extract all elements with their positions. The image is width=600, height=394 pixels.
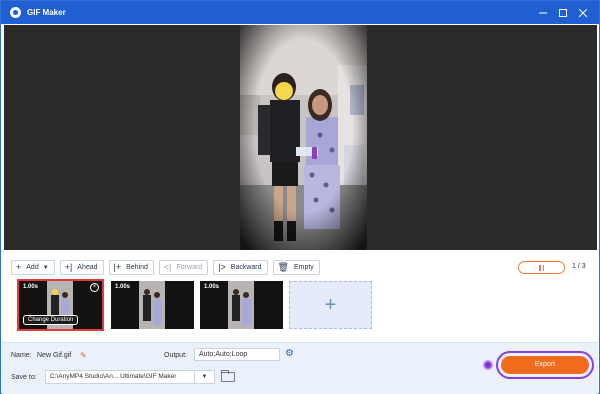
settings-panel: Name: New Gif.gif ✎ Output: Auto;Auto;Lo… bbox=[2, 342, 598, 394]
frame-duration: 1.00s bbox=[115, 284, 131, 290]
frame-toolbar: + Add ▼ +| Ahead |+ Behind <| Forward |>… bbox=[11, 260, 320, 275]
gear-icon[interactable]: ⚙ bbox=[285, 348, 294, 359]
add-label: Add bbox=[26, 264, 39, 271]
insert-behind-icon: |+ bbox=[113, 262, 122, 272]
window-controls bbox=[533, 1, 593, 24]
plus-icon: + bbox=[324, 294, 337, 316]
current-page: 1 bbox=[572, 263, 576, 270]
backward-button[interactable]: |> Backward bbox=[213, 260, 268, 275]
frame-duration: 1.00s bbox=[204, 284, 220, 290]
pencil-icon[interactable]: ✎ bbox=[80, 351, 87, 360]
save-path-field[interactable]: C:\AnyMP4 Studio\An... Ultimate\GIF Make… bbox=[45, 370, 195, 384]
plus-icon: + bbox=[16, 262, 22, 272]
maximize-icon[interactable] bbox=[553, 1, 573, 24]
behind-button[interactable]: |+ Behind bbox=[108, 260, 154, 275]
behind-label: Behind bbox=[126, 264, 148, 271]
empty-label: Empty bbox=[293, 264, 314, 271]
forward-label: Forward bbox=[176, 264, 203, 271]
frame-item[interactable]: 1.00s bbox=[111, 281, 194, 329]
ahead-button[interactable]: +| Ahead bbox=[59, 260, 104, 275]
preview-image bbox=[240, 25, 367, 250]
folder-icon[interactable] bbox=[221, 370, 235, 382]
pause-button[interactable] bbox=[518, 261, 565, 274]
minimize-icon[interactable] bbox=[533, 1, 553, 24]
dropdown-icon[interactable]: ▼ bbox=[195, 370, 215, 384]
add-button[interactable]: + Add ▼ bbox=[11, 260, 55, 275]
output-field: Auto;Auto;Loop bbox=[194, 348, 280, 361]
window-title: GIF Maker bbox=[27, 8, 66, 17]
backward-label: Backward bbox=[230, 264, 262, 271]
change-duration-button[interactable]: Change Duration bbox=[23, 315, 79, 325]
save-to-label: Save to: bbox=[11, 374, 37, 381]
export-highlight: Export bbox=[496, 351, 594, 379]
ahead-label: Ahead bbox=[77, 264, 98, 271]
app-icon bbox=[10, 7, 21, 18]
page-indicator: 1 / 3 bbox=[572, 263, 586, 270]
frame-thumbnail bbox=[228, 281, 254, 329]
page-separator: / bbox=[577, 263, 580, 270]
empty-button[interactable]: 🗑 Empty bbox=[272, 260, 320, 275]
trash-icon: 🗑 bbox=[277, 262, 289, 272]
name-value: New Gif.gif bbox=[37, 352, 72, 359]
gif-maker-window: GIF Maker + Add ▼ +| Ahead |+ Behind <| … bbox=[0, 0, 600, 394]
output-label: Output: bbox=[164, 352, 187, 359]
export-button[interactable]: Export bbox=[501, 356, 589, 374]
forward-button[interactable]: <| Forward bbox=[158, 260, 209, 275]
insert-ahead-icon: +| bbox=[64, 262, 73, 272]
pause-icon bbox=[539, 264, 541, 271]
title-bar: GIF Maker bbox=[1, 1, 599, 24]
preview-area bbox=[4, 25, 597, 250]
backward-icon: |> bbox=[218, 262, 226, 272]
highlight-marker-icon bbox=[483, 360, 493, 370]
frame-thumbnail bbox=[139, 281, 165, 329]
frame-item[interactable]: 1.00s × Change Duration bbox=[17, 279, 104, 331]
close-icon[interactable] bbox=[573, 1, 593, 24]
total-pages: 3 bbox=[581, 263, 586, 270]
frame-item[interactable]: 1.00s bbox=[200, 281, 283, 329]
name-label: Name: bbox=[11, 352, 32, 359]
forward-icon: <| bbox=[163, 262, 172, 272]
frame-duration: 1.00s bbox=[23, 284, 39, 290]
add-frame-button[interactable]: + bbox=[289, 281, 372, 329]
dropdown-icon[interactable]: ▼ bbox=[43, 265, 49, 271]
close-icon[interactable]: × bbox=[90, 283, 99, 292]
